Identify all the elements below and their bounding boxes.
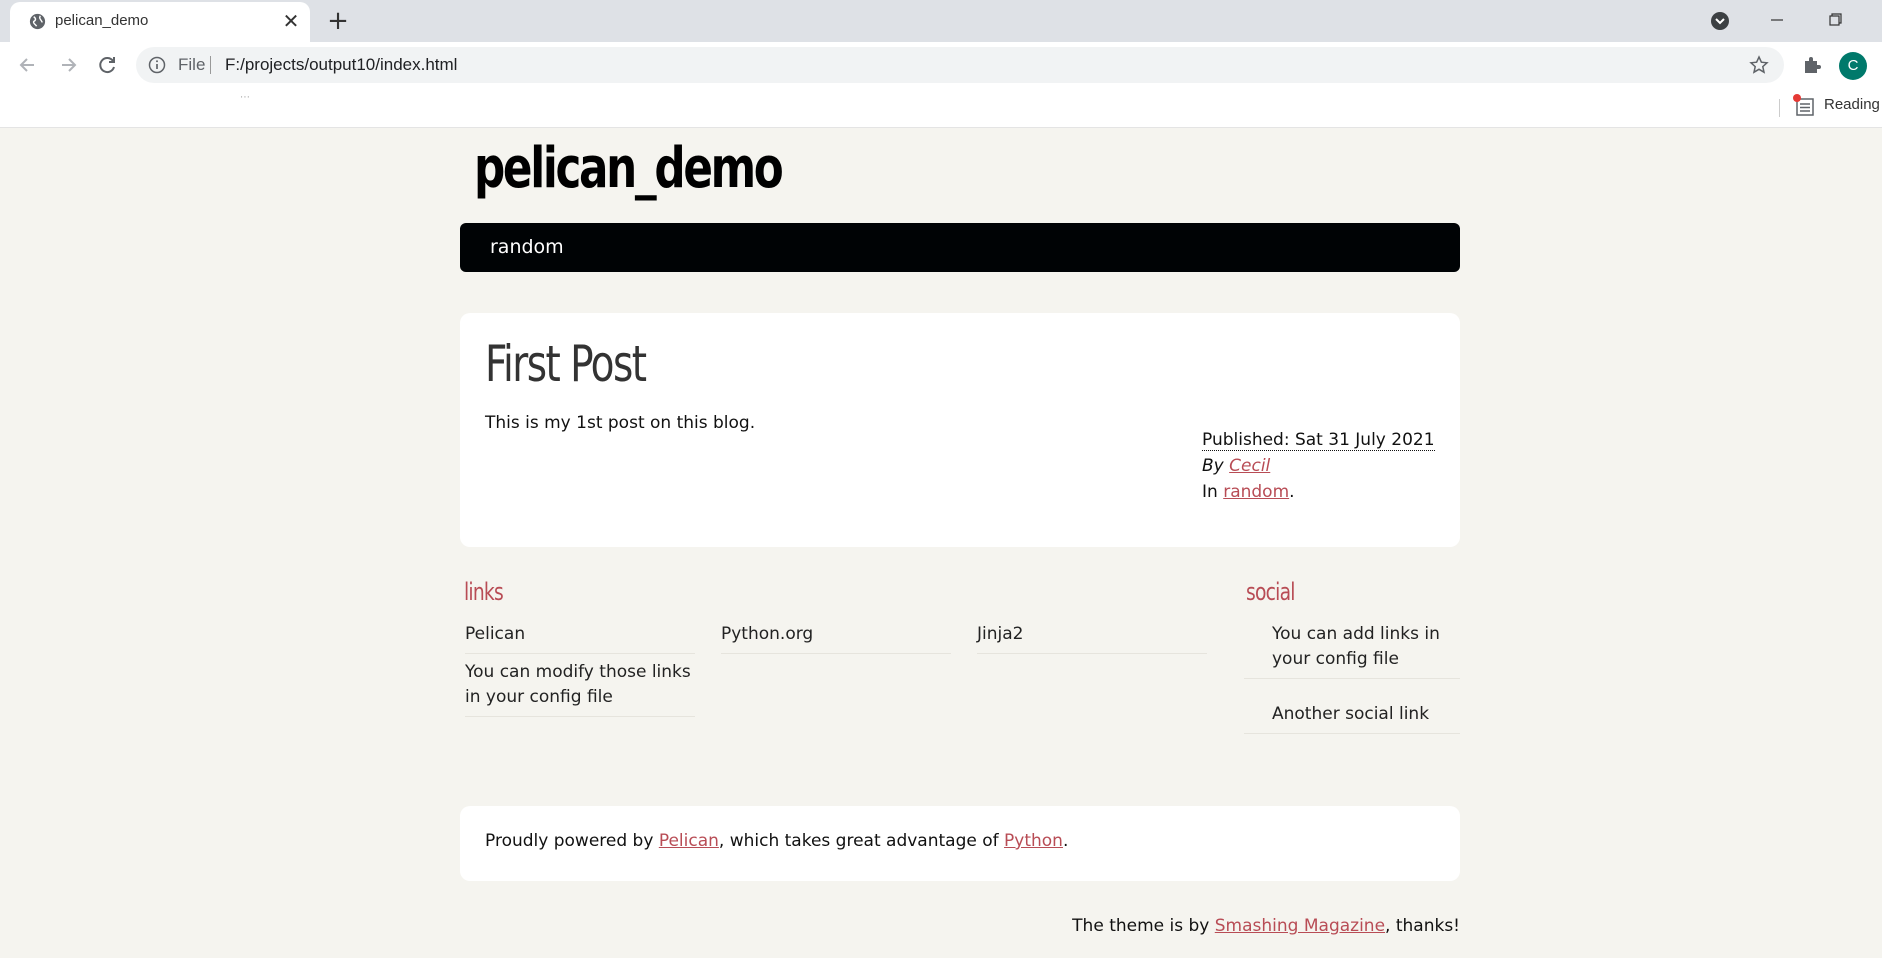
link-python-org[interactable]: Python.org: [721, 622, 951, 654]
theme-credit: The theme is by Smashing Magazine, thank…: [1072, 916, 1460, 936]
category-link[interactable]: random: [1223, 482, 1289, 502]
restore-icon[interactable]: [1820, 8, 1850, 32]
author-link[interactable]: Cecil: [1229, 456, 1270, 476]
links-heading: links: [464, 578, 504, 606]
credit-suffix: , thanks!: [1385, 916, 1460, 936]
globe-icon: [29, 13, 46, 30]
tab-search-icon[interactable]: [1709, 10, 1731, 32]
meta-period: .: [1289, 482, 1295, 502]
social-item-another[interactable]: Another social link: [1244, 702, 1460, 734]
tab-strip: pelican_demo ✕ +: [0, 0, 1882, 42]
reading-list-label[interactable]: Reading: [1824, 96, 1880, 113]
bookmarks-divider: [1779, 99, 1780, 117]
post-body: This is my 1st post on this blog.: [485, 413, 756, 433]
footer-prefix: Proudly powered by: [485, 831, 659, 851]
link-jinja2[interactable]: Jinja2: [977, 622, 1207, 654]
close-tab-icon[interactable]: ✕: [278, 8, 304, 34]
link-config-note[interactable]: You can modify those links in your confi…: [465, 660, 695, 717]
post-meta: Published: Sat 31 July 2021 By Cecil In …: [1202, 427, 1435, 505]
post-title[interactable]: First Post: [485, 335, 647, 393]
footer-text: Proudly powered by Pelican, which takes …: [485, 831, 1068, 851]
blogroll: links Pelican Python.org Jinja2 You can …: [460, 578, 1220, 728]
tab-title: pelican_demo: [55, 12, 149, 29]
in-prefix: In: [1202, 482, 1224, 502]
menu-item-random[interactable]: random: [490, 236, 564, 258]
minimize-icon[interactable]: [1762, 8, 1792, 32]
url-text[interactable]: F:/projects/output10/index.html: [225, 55, 457, 75]
credit-prefix: The theme is by: [1072, 916, 1215, 936]
forward-arrow-icon[interactable]: [54, 51, 82, 79]
social-links: social You can add links in your config …: [1244, 578, 1460, 738]
site-title[interactable]: pelican_demo: [474, 136, 784, 201]
bookmarks-overflow[interactable]: ⋯: [240, 92, 250, 103]
by-prefix: By: [1202, 456, 1230, 476]
footer-pelican-link[interactable]: Pelican: [659, 831, 719, 851]
social-item-config[interactable]: You can add links in your config file: [1244, 622, 1460, 679]
post-card: First Post This is my 1st post on this b…: [460, 313, 1460, 547]
omnibox-divider: [210, 56, 211, 74]
browser-tab[interactable]: pelican_demo ✕: [10, 2, 310, 42]
main-menu: random: [460, 223, 1460, 272]
new-tab-button[interactable]: +: [323, 6, 353, 36]
social-heading: social: [1246, 578, 1295, 606]
reload-icon[interactable]: [93, 51, 121, 79]
published-date: Published: Sat 31 July 2021: [1202, 430, 1435, 451]
info-icon[interactable]: [148, 56, 166, 74]
smashing-magazine-link[interactable]: Smashing Magazine: [1215, 916, 1385, 936]
footer-suffix: .: [1062, 831, 1069, 851]
browser-toolbar: File F:/projects/output10/index.html C: [0, 42, 1882, 88]
bookmarks-bar: ⋯ Reading: [0, 88, 1882, 128]
reading-list-badge: [1793, 94, 1801, 102]
footer-python-link[interactable]: Python: [1004, 831, 1063, 851]
footer: Proudly powered by Pelican, which takes …: [460, 806, 1460, 881]
back-arrow-icon[interactable]: [14, 51, 42, 79]
link-pelican[interactable]: Pelican: [465, 622, 695, 654]
bookmark-star-icon[interactable]: [1748, 54, 1770, 76]
footer-middle: , which takes great advantage of: [718, 831, 1005, 851]
extensions-puzzle-icon[interactable]: [1800, 53, 1824, 77]
profile-avatar[interactable]: C: [1839, 52, 1867, 80]
scheme-label: File: [178, 55, 206, 74]
address-bar[interactable]: File F:/projects/output10/index.html: [136, 47, 1784, 83]
